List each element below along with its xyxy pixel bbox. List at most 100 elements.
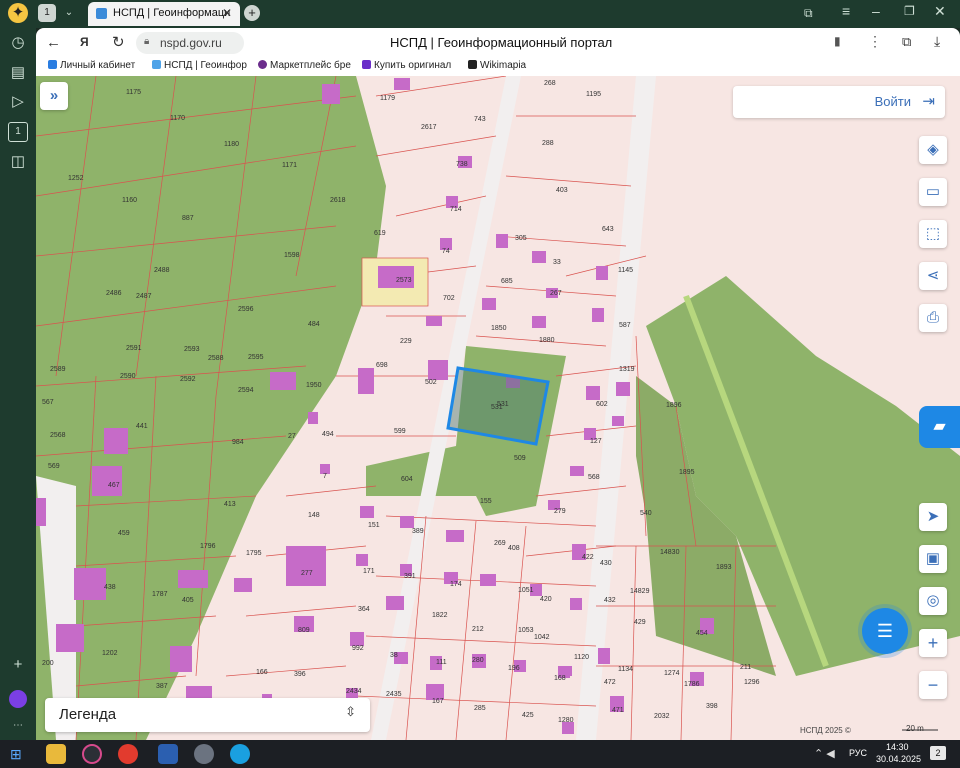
parcel-number-984: 984: [232, 439, 244, 446]
file-explorer-icon[interactable]: [46, 744, 66, 764]
parcel-number-484: 484: [308, 321, 320, 328]
parcel-number-148: 148: [308, 512, 320, 519]
yandex-icon[interactable]: Я: [80, 35, 89, 49]
collections-save-icon[interactable]: ⧉: [902, 34, 911, 50]
network-icon[interactable]: ⌃ ◀︎: [814, 747, 835, 760]
parcel-number-280: 280: [472, 657, 484, 664]
yandex-browser-icon[interactable]: [118, 744, 138, 764]
parcel-number-743: 743: [474, 116, 486, 123]
parcel-number-2486: 2486: [106, 290, 122, 297]
clock-date[interactable]: 30.04.2025: [876, 754, 921, 764]
bookmark-item[interactable]: Маркетплейс бре: [258, 60, 351, 71]
minimap-icon[interactable]: ▣: [919, 545, 947, 573]
word-icon[interactable]: [158, 744, 178, 764]
parcel-number-2435: 2435: [386, 691, 402, 698]
alice-icon[interactable]: [9, 690, 27, 708]
bookmark-item[interactable]: НСПД | Геоинфор: [152, 60, 247, 71]
browser-logo-icon[interactable]: ✦: [8, 3, 28, 23]
parcel-number-405: 405: [182, 597, 194, 604]
menu-icon[interactable]: ≡: [842, 3, 850, 19]
pin-search-icon[interactable]: ◎: [919, 587, 947, 615]
parcel-number-509: 509: [514, 455, 526, 462]
screenshot-icon[interactable]: ◫: [8, 152, 28, 172]
url-text: nspd.gov.ru: [160, 36, 222, 50]
parcel-number-279: 279: [554, 508, 566, 515]
bookmark-icon[interactable]: ▮: [834, 34, 841, 48]
parcel-number-2487: 2487: [136, 293, 152, 300]
lock-icon: 🔒︎: [144, 36, 150, 47]
parcel-number-438: 438: [104, 584, 116, 591]
parcel-number-494: 494: [322, 431, 334, 438]
bookmark-item[interactable]: Wikimapia: [468, 60, 526, 71]
chevron-down-icon[interactable]: ⌄: [60, 4, 78, 22]
map-canvas[interactable]: 117511792681195117026177431180 2881171 738…: [36, 76, 960, 740]
parcel-number-196: 196: [508, 665, 520, 672]
reload-icon[interactable]: ↻: [112, 33, 125, 51]
chat-widget-icon[interactable]: ▰: [919, 406, 960, 448]
more-icon[interactable]: ⋮: [868, 33, 882, 50]
parcel-number-2588: 2588: [208, 355, 224, 362]
video-icon[interactable]: ▷: [8, 92, 28, 112]
bookmarks-panel-icon[interactable]: ⧉: [804, 6, 813, 21]
tab-active[interactable]: НСПД | Геоинформаци ✕: [88, 2, 240, 26]
back-icon[interactable]: ←: [46, 34, 61, 51]
parcel-number-403: 403: [556, 187, 568, 194]
parcel-number-229: 229: [400, 338, 412, 345]
bookmark-label: НСПД | Геоинфор: [164, 60, 247, 71]
more-apps-icon[interactable]: ⋯: [8, 716, 28, 736]
parcel-number-1795: 1795: [246, 550, 262, 557]
parcel-number-168: 168: [554, 675, 566, 682]
parcel-number-2568: 2568: [50, 432, 66, 439]
zoom-out-button[interactable]: −: [919, 671, 947, 699]
cadastral-map[interactable]: 1175 1179 268 1195 1170 2617 743 1180 288 1171 738…: [36, 76, 960, 740]
close-tab-icon[interactable]: ✕: [222, 6, 232, 20]
parcel-number-2590: 2590: [120, 373, 136, 380]
support-chat-button[interactable]: ☰: [862, 608, 908, 654]
app-icon[interactable]: [82, 744, 102, 764]
ruler-icon[interactable]: ▭: [919, 178, 947, 206]
parcel-number-2488: 2488: [154, 267, 170, 274]
edge-icon[interactable]: [230, 744, 250, 764]
login-icon[interactable]: ⇥: [922, 92, 935, 110]
clock-time[interactable]: 14:30: [886, 742, 909, 752]
close-window-icon[interactable]: ✕: [934, 3, 946, 20]
print-icon[interactable]: ⎙: [919, 304, 947, 332]
layers-icon[interactable]: ◈: [919, 136, 947, 164]
maximize-icon[interactable]: ❐: [904, 4, 915, 18]
parcel-number-569: 569: [48, 463, 60, 470]
minimize-icon[interactable]: –: [872, 3, 880, 19]
url-pill[interactable]: 🔒︎ nspd.gov.ru: [136, 32, 244, 54]
parcel-number-389: 389: [412, 528, 424, 535]
parcel-number-74: 74: [442, 248, 450, 255]
parcel-number-1893: 1893: [716, 564, 732, 571]
app-icon[interactable]: [194, 744, 214, 764]
parcel-number-685: 685: [501, 278, 513, 285]
legend-dropdown[interactable]: Легенда ⇳: [45, 698, 370, 732]
history-icon[interactable]: ◷: [8, 33, 28, 53]
windows-taskbar: ⊞ ⌃ ◀︎ РУС 14:30 30.04.2025 2: [0, 740, 960, 768]
parcel-number-568: 568: [588, 474, 600, 481]
new-tab-button[interactable]: +: [244, 5, 260, 21]
legend-label: Легенда: [59, 706, 117, 723]
parcel-number-396: 396: [294, 671, 306, 678]
zoom-in-button[interactable]: +: [919, 629, 947, 657]
locate-me-icon[interactable]: ➤: [919, 503, 947, 531]
language-indicator[interactable]: РУС: [849, 748, 867, 758]
bookmark-item[interactable]: Купить оригинал: [362, 60, 451, 71]
download-icon[interactable]: ⤓: [934, 33, 940, 50]
tab-group-icon[interactable]: 1: [8, 122, 28, 142]
parcel-number-200: 200: [42, 660, 54, 667]
add-icon[interactable]: +: [8, 655, 28, 675]
parcel-number-604: 604: [401, 476, 413, 483]
notifications-badge[interactable]: 2: [930, 746, 946, 760]
select-area-icon[interactable]: ⬚: [919, 220, 947, 248]
share-icon[interactable]: ⋖: [919, 262, 947, 290]
parcel-number-1880: 1880: [539, 337, 555, 344]
login-button[interactable]: Войти: [875, 94, 911, 109]
tab-counter[interactable]: 1: [38, 4, 56, 22]
windows-start-icon[interactable]: ⊞: [10, 746, 22, 763]
collections-icon[interactable]: ▤: [8, 63, 28, 83]
bookmark-item[interactable]: Личный кабинет: [48, 60, 135, 71]
expand-panel-button[interactable]: »: [40, 82, 68, 110]
wikimapia-icon: [468, 60, 477, 69]
